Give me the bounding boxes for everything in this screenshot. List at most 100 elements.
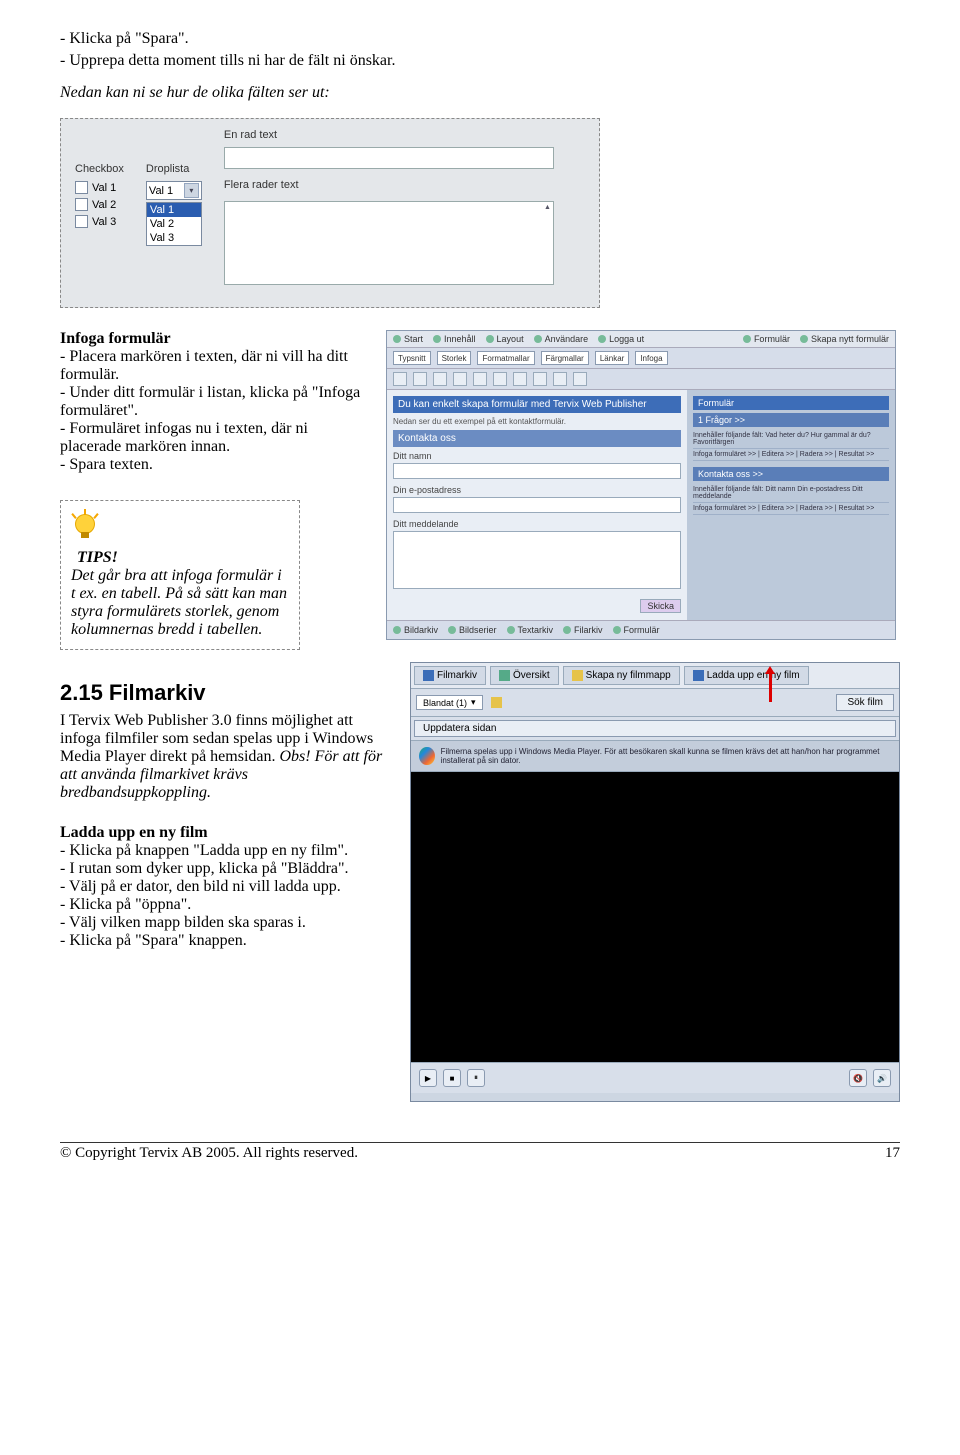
pub-r-sub1[interactable]: 1 Frågor >> xyxy=(693,413,889,427)
tb-fargmallar[interactable]: Färgmallar xyxy=(541,351,589,365)
pub-tab-formular[interactable]: Formulär xyxy=(743,334,790,344)
copyright: © Copyright Tervix AB 2005. All rights r… xyxy=(60,1145,358,1162)
ladda-l4: - Klicka på "öppna". xyxy=(60,896,394,914)
tb-btn[interactable] xyxy=(573,372,587,386)
ladda-l1: - Klicka på knappen "Ladda upp en ny fil… xyxy=(60,842,394,860)
page-number: 17 xyxy=(885,1145,900,1162)
film-folder-select[interactable]: Blandat (1)▾ xyxy=(416,695,483,710)
tb-btn[interactable] xyxy=(453,372,467,386)
intro-line2: - Upprepa detta moment tills ni har de f… xyxy=(60,52,900,70)
pub-desc: Nedan ser du ett exempel på ett kontaktf… xyxy=(393,417,681,426)
pub-f-epost-input[interactable] xyxy=(393,497,681,513)
pub-bottom-formular[interactable]: Formulär xyxy=(613,625,660,635)
film-tab-ladda[interactable]: Ladda upp en ny film xyxy=(684,666,809,685)
pub-toolbar: Typsnitt Storlek Formatmallar Färgmallar… xyxy=(387,348,895,369)
checkbox-val1[interactable] xyxy=(75,181,88,194)
folder-icon[interactable] xyxy=(491,697,502,708)
pause-button[interactable]: ⏸ xyxy=(467,1069,485,1087)
checkbox-val3[interactable] xyxy=(75,215,88,228)
pub-bottom-textarkiv[interactable]: Textarkiv xyxy=(507,625,554,635)
tb-typsnitt[interactable]: Typsnitt xyxy=(393,351,431,365)
tb-btn[interactable] xyxy=(553,372,567,386)
infoga-l4: - Spara texten. xyxy=(60,456,370,474)
pub-r-head: Formulär xyxy=(693,396,889,410)
tb-btn[interactable] xyxy=(473,372,487,386)
pub-kontakta: Kontakta oss xyxy=(393,430,681,447)
pub-tab-innehall[interactable]: Innehåll xyxy=(433,334,476,344)
pub-r-line3: Innehåller följande fält: Ditt namn Din … xyxy=(693,484,889,503)
droplist-option-1[interactable]: Val 1 xyxy=(147,203,201,217)
film-tab-skapa[interactable]: Skapa ny filmmapp xyxy=(563,666,680,685)
pub-f-namn-input[interactable] xyxy=(393,463,681,479)
tb-infoga[interactable]: Infoga xyxy=(635,351,667,365)
single-line-input[interactable] xyxy=(224,147,554,169)
pub-r-sub2[interactable]: Kontakta oss >> xyxy=(693,467,889,481)
pub-blue-heading: Du kan enkelt skapa formulär med Tervix … xyxy=(393,396,681,413)
pub-tab-layout[interactable]: Layout xyxy=(486,334,524,344)
ladda-l3: - Välj på er dator, den bild ni vill lad… xyxy=(60,878,394,896)
multi-line-label: Flera rader text xyxy=(224,179,554,191)
cb-label-1: Val 1 xyxy=(92,182,116,194)
volume-button[interactable]: 🔊 xyxy=(873,1069,891,1087)
lightbulb-icon xyxy=(71,511,101,545)
droplist-selected: Val 1 xyxy=(149,185,173,197)
tb-btn[interactable] xyxy=(393,372,407,386)
film-tab-oversikt[interactable]: Översikt xyxy=(490,666,559,685)
pub-f-medd-textarea[interactable] xyxy=(393,531,681,589)
tips-box: TIPS! Det går bra att infoga formulär i … xyxy=(60,500,300,650)
pub-f-namn-label: Ditt namn xyxy=(393,451,681,461)
windows-media-player-icon xyxy=(419,747,435,765)
droplist-open: Val 1 Val 2 Val 3 xyxy=(146,202,202,246)
mute-button[interactable]: 🔇 xyxy=(849,1069,867,1087)
publisher-screenshot: Start Innehåll Layout Användare Logga ut… xyxy=(386,330,896,640)
intro-line3: Nedan kan ni se hur de olika fälten ser … xyxy=(60,84,900,102)
tb-btn[interactable] xyxy=(493,372,507,386)
pub-tab-skapa[interactable]: Skapa nytt formulär xyxy=(800,334,889,344)
infoga-l2: - Under ditt formulär i listan, klicka p… xyxy=(60,384,370,420)
tb-lankar[interactable]: Länkar xyxy=(595,351,629,365)
annotation-arrow-icon xyxy=(769,672,772,702)
pub-tab-start[interactable]: Start xyxy=(393,334,423,344)
droplist-option-3[interactable]: Val 3 xyxy=(147,231,201,245)
pub-tab-anvandare[interactable]: Användare xyxy=(534,334,589,344)
play-button[interactable]: ▶ xyxy=(419,1069,437,1087)
tb-formatmallar[interactable]: Formatmallar xyxy=(477,351,534,365)
filmarkiv-screenshot: Filmarkiv Översikt Skapa ny filmmapp Lad… xyxy=(410,662,900,1102)
stop-button[interactable]: ■ xyxy=(443,1069,461,1087)
ladda-l2: - I rutan som dyker upp, klicka på "Bläd… xyxy=(60,860,394,878)
multi-line-textarea[interactable] xyxy=(224,201,554,285)
pub-f-medd-label: Ditt meddelande xyxy=(393,519,681,529)
form-example-screenshot: Checkbox Val 1 Val 2 Val 3 Droplista Val… xyxy=(60,118,600,308)
upload-icon xyxy=(693,670,704,681)
film-tab-filmarkiv[interactable]: Filmarkiv xyxy=(414,666,486,685)
cb-label-2: Val 2 xyxy=(92,199,116,211)
tb-btn[interactable] xyxy=(513,372,527,386)
infoga-l1: - Placera markören i texten, där ni vill… xyxy=(60,348,370,384)
tb-btn[interactable] xyxy=(533,372,547,386)
uppdatera-button[interactable]: Uppdatera sidan xyxy=(414,720,896,737)
pub-r-line4[interactable]: Infoga formuläret >> | Editera >> | Rade… xyxy=(693,503,889,515)
droplist-heading: Droplista xyxy=(146,163,202,175)
tb-btn[interactable] xyxy=(433,372,447,386)
pub-r-line1: Innehåller följande fält: Vad heter du? … xyxy=(693,430,889,449)
pub-bottom-bildarkiv[interactable]: Bildarkiv xyxy=(393,625,438,635)
pub-r-line2[interactable]: Infoga formuläret >> | Editera >> | Rade… xyxy=(693,449,889,461)
cb-label-3: Val 3 xyxy=(92,216,116,228)
tb-btn[interactable] xyxy=(413,372,427,386)
checkbox-heading: Checkbox xyxy=(75,163,124,175)
film-icon xyxy=(423,670,434,681)
tb-storlek[interactable]: Storlek xyxy=(437,351,472,365)
grid-icon xyxy=(499,670,510,681)
chevron-down-icon[interactable]: ▾ xyxy=(184,183,199,198)
skicka-button[interactable]: Skicka xyxy=(640,599,681,613)
ladda-l6: - Klicka på "Spara" knappen. xyxy=(60,932,394,950)
pub-tab-loggaut[interactable]: Logga ut xyxy=(598,334,644,344)
droplist-option-2[interactable]: Val 2 xyxy=(147,217,201,231)
checkbox-val2[interactable] xyxy=(75,198,88,211)
sok-film-button[interactable]: Sök film xyxy=(836,694,894,711)
infoga-heading: Infoga formulär xyxy=(60,330,370,348)
pub-bottom-bildserier[interactable]: Bildserier xyxy=(448,625,497,635)
infoga-l3: - Formuläret infogas nu i texten, där ni… xyxy=(60,420,370,456)
pub-bottom-filarkiv[interactable]: Filarkiv xyxy=(563,625,603,635)
droplist-select[interactable]: Val 1 ▾ xyxy=(146,181,202,200)
